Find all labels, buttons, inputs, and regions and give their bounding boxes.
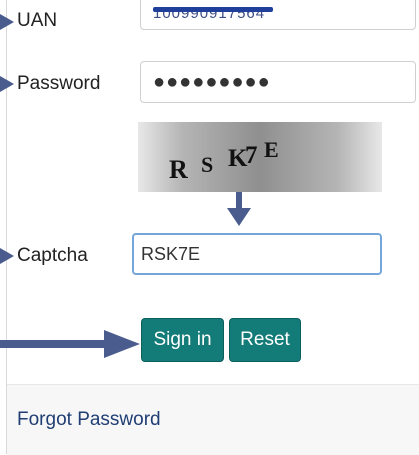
captcha-char: E — [264, 137, 279, 162]
uan-input[interactable] — [140, 0, 416, 30]
uan-pointer-arrow-icon — [0, 14, 14, 30]
signin-pointer-arrow-icon — [0, 330, 140, 358]
uan-label: UAN — [17, 10, 58, 31]
captcha-input-box[interactable] — [134, 235, 380, 273]
sign-in-button[interactable]: Sign in — [141, 318, 224, 362]
captcha-char: R — [169, 155, 188, 184]
captcha-image: R S K 7 E — [138, 122, 382, 192]
captcha-char: 7 — [245, 142, 258, 169]
uan-redaction-mark — [153, 7, 273, 12]
uan-input-box[interactable] — [141, 0, 415, 29]
password-input-box[interactable] — [141, 62, 415, 102]
captcha-input[interactable] — [132, 233, 382, 275]
captcha-char: S — [201, 152, 214, 177]
reset-button[interactable]: Reset — [229, 318, 301, 362]
forgot-password-link[interactable]: Forgot Password — [17, 409, 161, 431]
password-pointer-arrow-icon — [0, 76, 14, 92]
captcha-down-arrow-icon — [227, 192, 251, 226]
captcha-pointer-arrow-icon — [0, 248, 14, 264]
password-label: Password — [17, 73, 101, 94]
captcha-label: Captcha — [17, 245, 88, 266]
password-input[interactable] — [140, 61, 416, 103]
